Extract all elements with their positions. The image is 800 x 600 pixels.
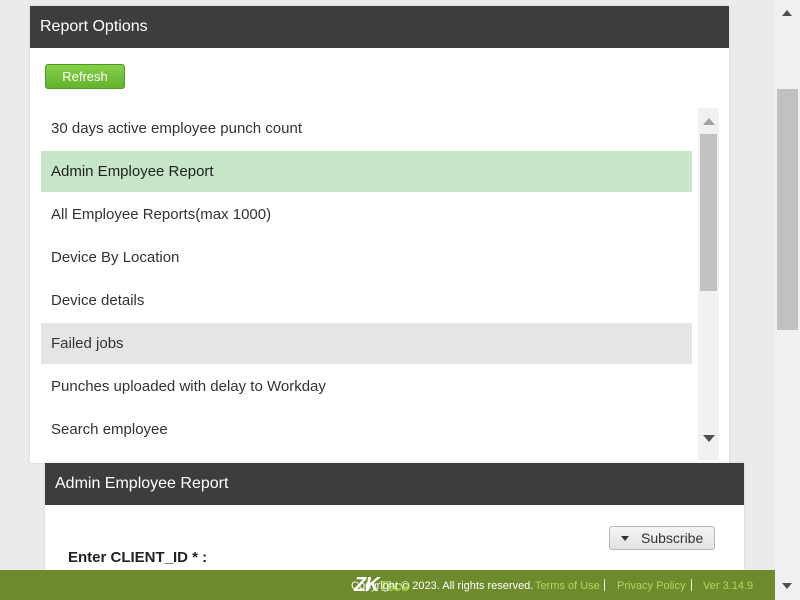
report-item-device-details[interactable]: Device details	[41, 280, 692, 321]
page: Report Options Refresh 30 days active em…	[0, 0, 800, 600]
refresh-button[interactable]: Refresh	[45, 64, 125, 89]
report-item-search-employee[interactable]: Search employee	[41, 409, 692, 450]
footer: ZKTeco Copyright © 2023. All rights rese…	[0, 570, 775, 600]
terms-of-use-link[interactable]: Terms of Use	[535, 580, 600, 592]
report-item-all-employee-reports[interactable]: All Employee Reports(max 1000)	[41, 194, 692, 235]
report-item-failed-jobs[interactable]: Failed jobs	[41, 323, 692, 364]
report-list-scroll-thumb[interactable]	[700, 134, 717, 291]
copyright-text: Copyright © 2023. All rights reserved.	[351, 580, 534, 592]
footer-separator	[604, 579, 605, 591]
subscribe-button[interactable]: Subscribe	[609, 526, 715, 550]
report-item-punches-delay-workday[interactable]: Punches uploaded with delay to Workday	[41, 366, 692, 407]
subscribe-label: Subscribe	[641, 530, 704, 546]
scroll-up-arrow-icon[interactable]	[703, 118, 715, 125]
report-detail-header: Admin Employee Report	[45, 463, 744, 505]
report-item-device-by-location[interactable]: Device By Location	[41, 237, 692, 278]
report-item-30-days-punch-count[interactable]: 30 days active employee punch count	[41, 108, 692, 149]
report-item-admin-employee-report[interactable]: Admin Employee Report	[41, 151, 692, 192]
report-options-panel: Report Options Refresh 30 days active em…	[30, 6, 729, 463]
page-scroll-down-icon[interactable]	[782, 583, 792, 589]
footer-separator	[691, 579, 692, 591]
caret-down-icon	[621, 536, 629, 541]
version-text: Ver 3.14.9	[703, 580, 754, 592]
report-list: 30 days active employee punch count Admi…	[41, 108, 692, 460]
client-id-label: Enter CLIENT_ID * :	[68, 549, 208, 566]
page-scrollbar[interactable]	[775, 0, 800, 600]
page-scroll-thumb[interactable]	[777, 89, 798, 330]
page-scroll-up-icon[interactable]	[782, 10, 792, 16]
report-options-header: Report Options	[30, 6, 729, 48]
scroll-down-arrow-icon[interactable]	[703, 435, 715, 442]
privacy-policy-link[interactable]: Privacy Policy	[617, 580, 685, 592]
report-list-scrollbar[interactable]	[698, 108, 719, 460]
